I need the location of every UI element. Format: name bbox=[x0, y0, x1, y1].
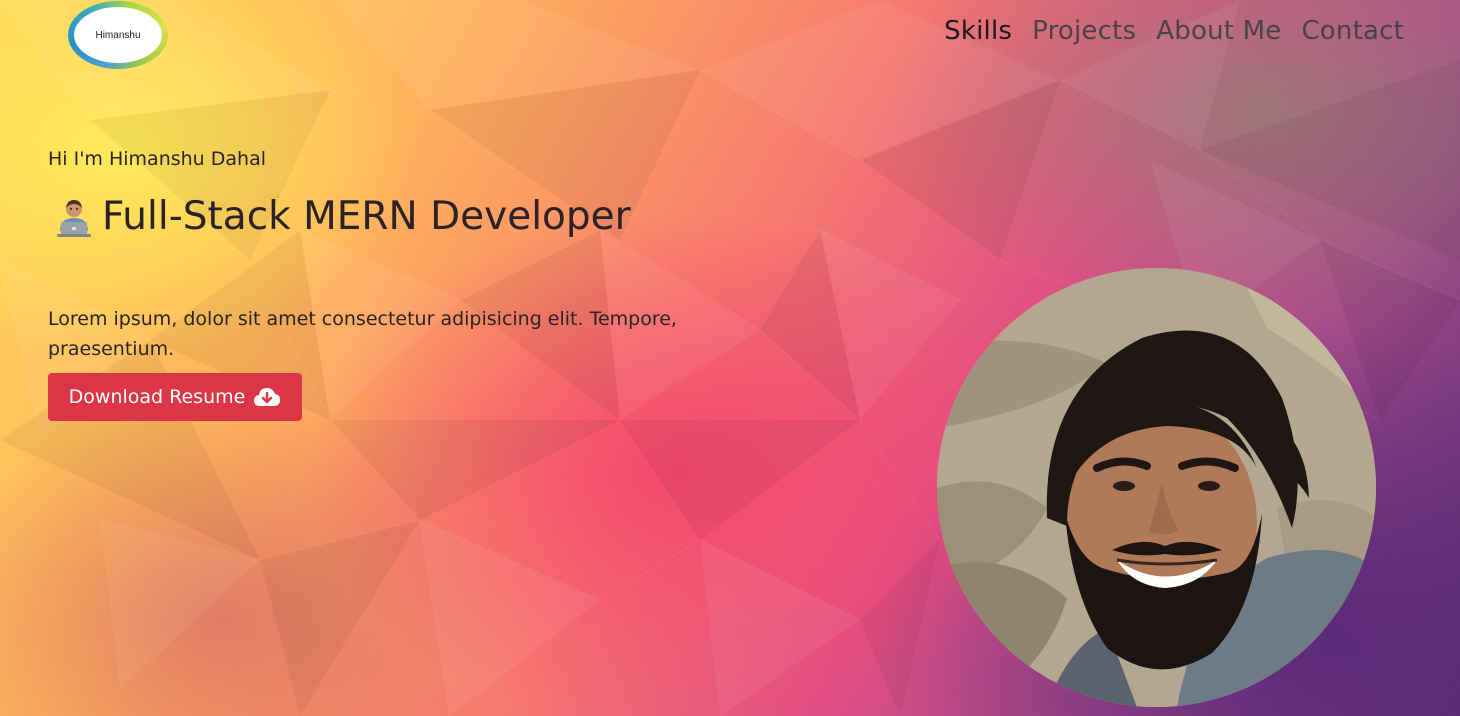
landing-page: Himanshu Skills Projects About Me Contac… bbox=[0, 0, 1460, 716]
nav-link-contact[interactable]: Contact bbox=[1301, 16, 1404, 46]
download-resume-label: Download Resume bbox=[68, 386, 246, 408]
profile-photo-illustration bbox=[937, 268, 1376, 707]
hero-greeting: Hi I'm Himanshu Dahal bbox=[48, 148, 266, 170]
logo-text: Himanshu bbox=[74, 7, 162, 63]
nav-link-projects[interactable]: Projects bbox=[1032, 16, 1136, 46]
technologist-icon bbox=[57, 199, 91, 237]
hero-headline-text: Full-Stack MERN Developer bbox=[102, 194, 631, 239]
main-nav: Skills Projects About Me Contact bbox=[944, 16, 1404, 46]
download-resume-button[interactable]: Download Resume bbox=[48, 373, 302, 421]
cloud-download-icon bbox=[254, 388, 281, 406]
nav-link-skills[interactable]: Skills bbox=[944, 16, 1012, 46]
hero-description: Lorem ipsum, dolor sit amet consectetur … bbox=[48, 308, 677, 360]
nav-link-about-me[interactable]: About Me bbox=[1156, 16, 1281, 46]
profile-photo bbox=[937, 268, 1376, 707]
hero-headline: Full-Stack MERN Developer bbox=[52, 194, 631, 239]
logo[interactable]: Himanshu bbox=[68, 1, 168, 69]
